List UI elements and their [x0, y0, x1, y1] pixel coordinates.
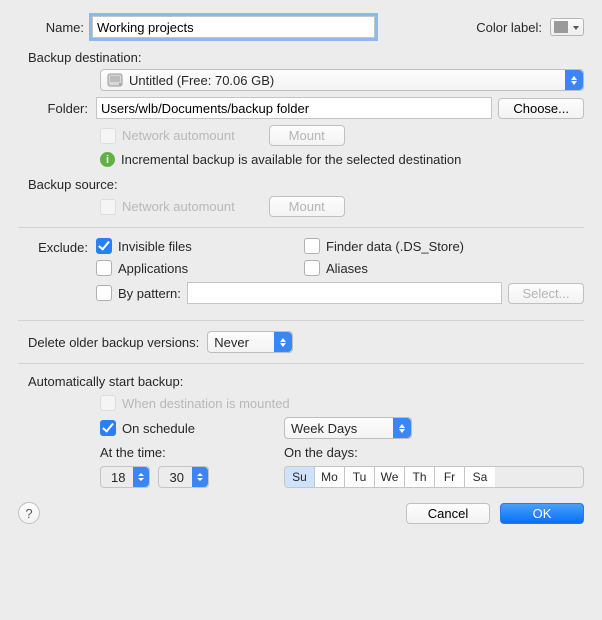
- destination-info-text: Incremental backup is available for the …: [121, 152, 461, 167]
- folder-input[interactable]: [96, 97, 492, 119]
- day-mo[interactable]: Mo: [315, 467, 345, 487]
- on-schedule-label: On schedule: [122, 421, 195, 436]
- at-time-label: At the time:: [100, 445, 166, 460]
- stepper-control-icon: [133, 467, 149, 487]
- day-tu[interactable]: Tu: [345, 467, 375, 487]
- drive-icon: [107, 72, 123, 88]
- auto-when-mounted-checkbox: [100, 395, 116, 411]
- divider: [18, 320, 584, 321]
- source-network-automount-label: Network automount: [122, 199, 235, 214]
- delete-older-value: Never: [214, 335, 249, 350]
- backup-settings-dialog: Name: Color label: Backup destination: U…: [0, 0, 602, 538]
- on-schedule-checkbox[interactable]: [100, 420, 116, 436]
- exclude-applications-label: Applications: [118, 261, 188, 276]
- auto-when-mounted-label: When destination is mounted: [122, 396, 290, 411]
- cancel-button[interactable]: Cancel: [406, 503, 490, 524]
- on-days-label: On the days:: [284, 445, 358, 460]
- exclude-invisible-label: Invisible files: [118, 239, 192, 254]
- delete-older-popup[interactable]: Never: [207, 331, 293, 353]
- backup-destination-title: Backup destination:: [28, 50, 584, 65]
- exclude-label: Exclude:: [18, 238, 96, 255]
- color-label-text: Color label:: [476, 20, 542, 35]
- destination-popup[interactable]: Untitled (Free: 70.06 GB): [100, 69, 584, 91]
- exclude-invisible-checkbox[interactable]: [96, 238, 112, 254]
- exclude-pattern-label: By pattern:: [118, 286, 181, 301]
- info-icon: i: [100, 152, 115, 167]
- folder-label: Folder:: [18, 101, 96, 116]
- day-sa[interactable]: Sa: [465, 467, 495, 487]
- day-fr[interactable]: Fr: [435, 467, 465, 487]
- day-th[interactable]: Th: [405, 467, 435, 487]
- auto-start-title: Automatically start backup:: [28, 374, 584, 389]
- updown-icon: [274, 332, 292, 352]
- delete-older-label: Delete older backup versions:: [28, 335, 199, 350]
- hour-value: 18: [101, 470, 133, 485]
- stepper-control-icon: [192, 467, 208, 487]
- source-mount-button: Mount: [269, 196, 345, 217]
- dest-network-automount-label: Network automount: [122, 128, 235, 143]
- exclude-finder-label: Finder data (.DS_Store): [326, 239, 464, 254]
- minute-stepper[interactable]: 30: [158, 466, 208, 488]
- backup-source-title: Backup source:: [28, 177, 584, 192]
- minute-value: 30: [159, 470, 191, 485]
- choose-folder-button[interactable]: Choose...: [498, 98, 584, 119]
- exclude-pattern-input[interactable]: [187, 282, 502, 304]
- day-su[interactable]: Su: [285, 467, 315, 487]
- schedule-kind-popup[interactable]: Week Days: [284, 417, 412, 439]
- updown-icon: [393, 418, 411, 438]
- destination-value: Untitled (Free: 70.06 GB): [129, 73, 274, 88]
- divider: [18, 363, 584, 364]
- day-we[interactable]: We: [375, 467, 405, 487]
- schedule-kind-value: Week Days: [291, 421, 357, 436]
- name-label: Name:: [18, 20, 92, 35]
- updown-icon: [565, 70, 583, 90]
- exclude-select-button: Select...: [508, 283, 584, 304]
- exclude-applications-checkbox[interactable]: [96, 260, 112, 276]
- ok-button[interactable]: OK: [500, 503, 584, 524]
- name-input[interactable]: [92, 16, 375, 38]
- divider: [18, 227, 584, 228]
- exclude-pattern-checkbox[interactable]: [96, 285, 112, 301]
- dest-network-automount-checkbox: [100, 128, 116, 144]
- color-label-picker[interactable]: [550, 18, 584, 36]
- hour-stepper[interactable]: 18: [100, 466, 150, 488]
- source-network-automount-checkbox: [100, 199, 116, 215]
- exclude-aliases-checkbox[interactable]: [304, 260, 320, 276]
- exclude-finder-checkbox[interactable]: [304, 238, 320, 254]
- days-selector[interactable]: SuMoTuWeThFrSa: [284, 466, 584, 488]
- exclude-aliases-label: Aliases: [326, 261, 368, 276]
- dest-mount-button: Mount: [269, 125, 345, 146]
- help-button[interactable]: ?: [18, 502, 40, 524]
